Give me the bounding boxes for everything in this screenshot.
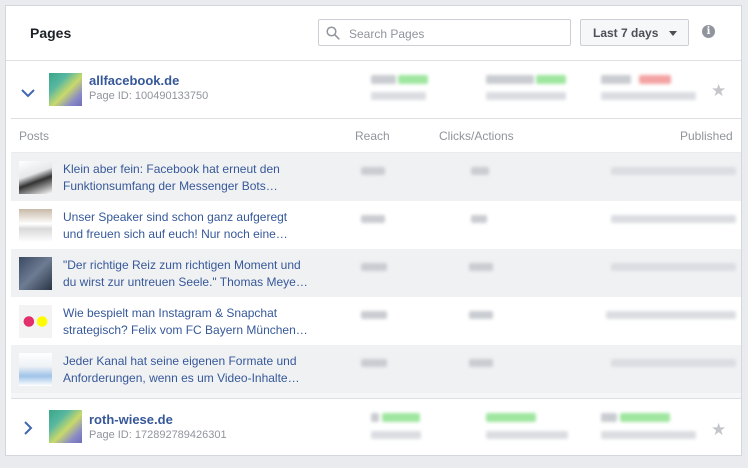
search-icon bbox=[326, 26, 340, 40]
reach-value-blurred bbox=[361, 263, 387, 271]
published-value-blurred bbox=[611, 215, 736, 223]
caret-down-icon bbox=[669, 31, 677, 36]
chevron-right-icon[interactable] bbox=[20, 420, 36, 436]
post-thumbnail bbox=[19, 161, 52, 194]
page-name-link[interactable]: allfacebook.de bbox=[89, 73, 179, 88]
post-thumbnail bbox=[19, 305, 52, 338]
reach-value-blurred bbox=[361, 215, 385, 223]
published-value-blurred bbox=[611, 359, 736, 367]
page-row-allfacebook[interactable]: allfacebook.de Page ID: 100490133750 ★ bbox=[6, 61, 741, 121]
post-text-line: und freuen sich auf euch! Nur noch eine… bbox=[63, 227, 288, 241]
clicks-value-blurred bbox=[471, 215, 487, 223]
published-value-blurred bbox=[611, 167, 736, 175]
star-icon[interactable]: ★ bbox=[711, 420, 726, 440]
search-input[interactable] bbox=[347, 22, 566, 45]
published-value-blurred bbox=[606, 311, 736, 319]
clicks-value-blurred bbox=[469, 263, 493, 271]
table-row[interactable]: Wie bespielt man Instagram & Snapchat st… bbox=[11, 297, 741, 345]
post-link[interactable]: Wie bespielt man Instagram & Snapchat st… bbox=[63, 305, 323, 339]
post-link[interactable]: Klein aber fein: Facebook hat erneut den… bbox=[63, 161, 323, 195]
clicks-value-blurred bbox=[469, 311, 493, 319]
column-header-posts: Posts bbox=[19, 129, 50, 143]
column-header-clicks: Clicks/Actions bbox=[439, 129, 514, 143]
column-header-reach: Reach bbox=[355, 129, 390, 143]
posts-table: Posts Reach Clicks/Actions Published Kle… bbox=[11, 118, 741, 399]
chevron-down-icon[interactable] bbox=[20, 85, 36, 101]
date-range-label: Last 7 days bbox=[593, 26, 659, 40]
clicks-value-blurred bbox=[469, 359, 493, 367]
post-text-line: Funktionsumfang der Messenger Bots… bbox=[63, 179, 278, 193]
post-text-line: Anforderungen, wenn es um Video-Inhalte… bbox=[63, 371, 300, 385]
pages-header: Pages Last 7 days i bbox=[6, 6, 741, 61]
page-avatar bbox=[49, 410, 82, 443]
posts-table-header: Posts Reach Clicks/Actions Published bbox=[11, 119, 741, 153]
post-text-line: strategisch? Felix vom FC Bayern München… bbox=[63, 323, 308, 337]
page-title: Pages bbox=[30, 25, 72, 41]
page-avatar bbox=[49, 73, 82, 106]
post-link[interactable]: Jeder Kanal hat seine eigenen Formate un… bbox=[63, 353, 323, 387]
post-thumbnail bbox=[19, 353, 52, 386]
pages-panel: Pages Last 7 days i allfacebook.de Page … bbox=[5, 5, 742, 456]
post-text-line: Jeder Kanal hat seine eigenen Formate un… bbox=[63, 354, 297, 368]
table-row[interactable]: Klein aber fein: Facebook hat erneut den… bbox=[11, 153, 741, 201]
post-text-line: du wirst zur untreuen Seele." Thomas Mey… bbox=[63, 275, 308, 289]
reach-value-blurred bbox=[361, 359, 387, 367]
column-header-published: Published bbox=[680, 129, 733, 143]
post-thumbnail bbox=[19, 257, 52, 290]
table-row[interactable]: "Der richtige Reiz zum richtigen Moment … bbox=[11, 249, 741, 297]
reach-value-blurred bbox=[361, 167, 385, 175]
clicks-value-blurred bbox=[471, 167, 489, 175]
post-text-line: "Der richtige Reiz zum richtigen Moment … bbox=[63, 258, 301, 272]
info-icon[interactable]: i bbox=[702, 25, 715, 38]
table-row[interactable]: Jeder Kanal hat seine eigenen Formate un… bbox=[11, 345, 741, 393]
page-row-roth-wiese[interactable]: roth-wiese.de Page ID: 172892789426301 ★ bbox=[6, 398, 741, 458]
post-thumbnail bbox=[19, 209, 52, 242]
published-value-blurred bbox=[611, 263, 736, 271]
date-range-dropdown[interactable]: Last 7 days bbox=[580, 19, 689, 46]
page-name-link[interactable]: roth-wiese.de bbox=[89, 412, 173, 427]
post-link[interactable]: Unser Speaker sind schon ganz aufgeregt … bbox=[63, 209, 323, 243]
search-box[interactable] bbox=[318, 19, 571, 46]
post-link[interactable]: "Der richtige Reiz zum richtigen Moment … bbox=[63, 257, 323, 291]
star-icon[interactable]: ★ bbox=[711, 81, 726, 101]
post-text-line: Unser Speaker sind schon ganz aufgeregt bbox=[63, 210, 288, 224]
post-text-line: Wie bespielt man Instagram & Snapchat bbox=[63, 306, 278, 320]
page-id: Page ID: 172892789426301 bbox=[89, 429, 227, 441]
page-id: Page ID: 100490133750 bbox=[89, 90, 209, 102]
table-row[interactable]: Unser Speaker sind schon ganz aufgeregt … bbox=[11, 201, 741, 249]
post-text-line: Klein aber fein: Facebook hat erneut den bbox=[63, 162, 280, 176]
reach-value-blurred bbox=[361, 311, 387, 319]
